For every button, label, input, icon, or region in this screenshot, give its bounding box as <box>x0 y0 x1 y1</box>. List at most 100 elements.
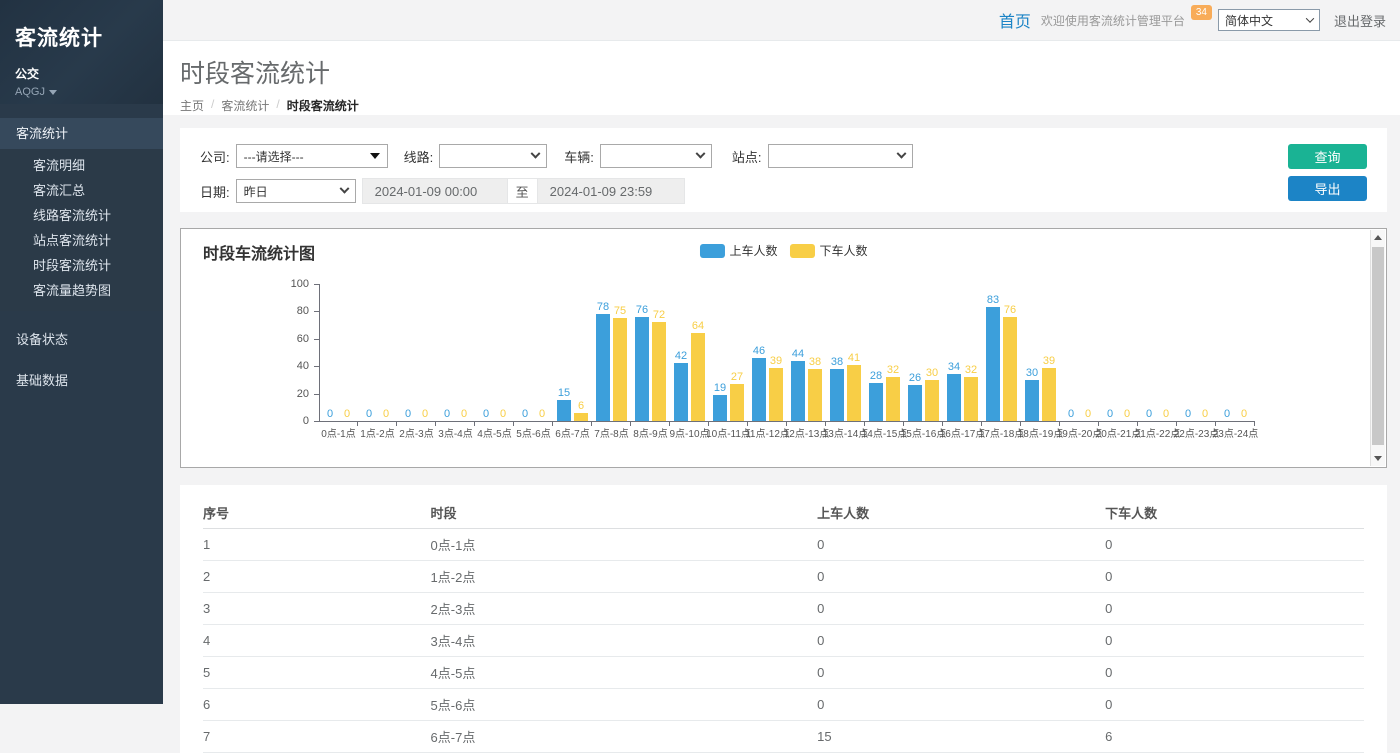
bar[interactable] <box>652 322 666 421</box>
bar[interactable] <box>964 377 978 421</box>
bar[interactable] <box>674 363 688 421</box>
breadcrumb-item-0[interactable]: 主页 <box>180 97 204 114</box>
date-end-input[interactable]: 2024-01-09 23:59 <box>537 178 685 204</box>
dropdown-arrow-icon <box>370 153 380 159</box>
chart-scrollbar[interactable] <box>1370 230 1385 466</box>
home-link[interactable]: 首页 <box>999 8 1031 32</box>
bar[interactable] <box>986 307 1000 421</box>
language-value: 简体中文 <box>1225 12 1273 29</box>
table-cell: 6 <box>1105 721 1364 753</box>
bar[interactable] <box>1025 380 1039 421</box>
scrollbar-thumb[interactable] <box>1372 247 1384 445</box>
sidebar-header: 客流统计 公交 AQGJ <box>0 0 163 104</box>
bar-value-label: 0 <box>1085 408 1091 420</box>
bar-value-label: 0 <box>461 408 467 420</box>
bar-value-label: 32 <box>887 364 899 376</box>
bar[interactable] <box>752 358 766 421</box>
table-cell: 3 <box>203 593 431 625</box>
bar-value-label: 0 <box>539 408 545 420</box>
sidebar-item-0[interactable]: 客流统计 <box>0 118 163 149</box>
category-group-9: 42649点-10点 <box>670 270 709 421</box>
bar-value-label: 75 <box>614 305 626 317</box>
table-cell: 4 <box>203 625 431 657</box>
sidebar-item-2[interactable]: 客流汇总 <box>0 178 163 203</box>
category-group-20: 0020点-21点 <box>1099 270 1138 421</box>
query-button[interactable]: 查询 <box>1288 144 1367 169</box>
bar[interactable] <box>808 369 822 421</box>
bar[interactable] <box>596 314 610 421</box>
company-label: 公司: <box>200 147 230 166</box>
main-area: 首页 欢迎使用客流统计管理平台 34 简体中文 退出登录 时段客流统计 主页/客… <box>163 0 1400 704</box>
breadcrumb: 主页/客流统计/时段客流统计 <box>180 97 1400 114</box>
chevron-down-icon <box>1306 14 1314 22</box>
app-brand: 客流统计 <box>15 22 163 52</box>
bar[interactable] <box>925 380 939 421</box>
bar[interactable] <box>1042 368 1056 421</box>
sidebar-item-5[interactable]: 时段客流统计 <box>0 253 163 278</box>
x-tick-label: 8点-9点 <box>633 425 667 440</box>
bar[interactable] <box>730 384 744 421</box>
company-select[interactable]: ---请选择--- <box>236 144 388 168</box>
table-cell: 0 <box>817 657 1105 689</box>
sidebar-item-8[interactable]: 基础数据 <box>0 368 163 393</box>
bar[interactable] <box>886 377 900 421</box>
breadcrumb-item-2: 时段客流统计 <box>287 97 359 114</box>
scroll-up-icon[interactable] <box>1371 230 1385 245</box>
bar[interactable] <box>557 400 571 421</box>
date-start-input[interactable]: 2024-01-09 00:00 <box>362 178 508 204</box>
logout-link[interactable]: 退出登录 <box>1334 11 1386 30</box>
bar-value-label: 0 <box>1068 408 1074 420</box>
x-tick-label: 3点-4点 <box>438 425 472 440</box>
category-group-8: 76728点-9点 <box>631 270 670 421</box>
date-preset-select[interactable]: 昨日 <box>236 179 356 203</box>
company-select-value: ---请选择--- <box>244 148 304 165</box>
language-select[interactable]: 简体中文 <box>1218 9 1320 31</box>
bar[interactable] <box>691 333 705 421</box>
vehicle-select[interactable] <box>600 144 712 168</box>
bar-value-label: 39 <box>770 355 782 367</box>
bar-value-label: 0 <box>1241 408 1247 420</box>
bar-value-label: 34 <box>948 361 960 373</box>
category-group-6: 1566点-7点 <box>553 270 592 421</box>
bar[interactable] <box>947 374 961 421</box>
sidebar-item-4[interactable]: 站点客流统计 <box>0 228 163 253</box>
sidebar-submenu: 客流明细客流汇总线路客流统计站点客流统计时段客流统计客流量趋势图 <box>0 149 163 311</box>
bar[interactable] <box>635 317 649 421</box>
category-group-23: 0023点-24点 <box>1216 270 1255 421</box>
bar-value-label: 0 <box>1202 408 1208 420</box>
bar-value-label: 0 <box>1163 408 1169 420</box>
bar[interactable] <box>869 383 883 421</box>
date-range-separator: 至 <box>508 178 537 204</box>
table-row: 54点-5点00 <box>203 657 1364 689</box>
bar[interactable] <box>613 318 627 421</box>
bar[interactable] <box>847 365 861 421</box>
table-cell: 5点-6点 <box>431 689 818 721</box>
y-tick-label: 40 <box>275 360 309 372</box>
bar[interactable] <box>791 361 805 421</box>
sidebar-item-1[interactable]: 客流明细 <box>0 153 163 178</box>
sidebar-item-7[interactable]: 设备状态 <box>0 327 163 352</box>
station-select[interactable] <box>768 144 913 168</box>
bar-value-label: 42 <box>675 350 687 362</box>
bar[interactable] <box>769 368 783 421</box>
bar-value-label: 0 <box>500 408 506 420</box>
bar-value-label: 0 <box>483 408 489 420</box>
table-header-3: 下车人数 <box>1105 497 1364 529</box>
sidebar-item-3[interactable]: 线路客流统计 <box>0 203 163 228</box>
bar-value-label: 27 <box>731 371 743 383</box>
breadcrumb-item-1[interactable]: 客流统计 <box>221 97 269 114</box>
org-code-dropdown[interactable]: AQGJ <box>15 86 163 98</box>
bar[interactable] <box>830 369 844 421</box>
sidebar-item-6[interactable]: 客流量趋势图 <box>0 278 163 303</box>
table-header-row: 序号时段上车人数下车人数 <box>203 497 1364 529</box>
bar-value-label: 0 <box>327 408 333 420</box>
bar[interactable] <box>574 413 588 421</box>
bar[interactable] <box>908 385 922 421</box>
export-button[interactable]: 导出 <box>1288 176 1367 201</box>
bar[interactable] <box>713 395 727 421</box>
bar[interactable] <box>1003 317 1017 421</box>
line-select[interactable] <box>439 144 547 168</box>
scroll-down-icon[interactable] <box>1371 451 1385 466</box>
table-cell: 0 <box>1105 625 1364 657</box>
chart-panel: 时段车流统计图 上车人数下车人数 020406080100000点-1点001点… <box>180 228 1387 468</box>
